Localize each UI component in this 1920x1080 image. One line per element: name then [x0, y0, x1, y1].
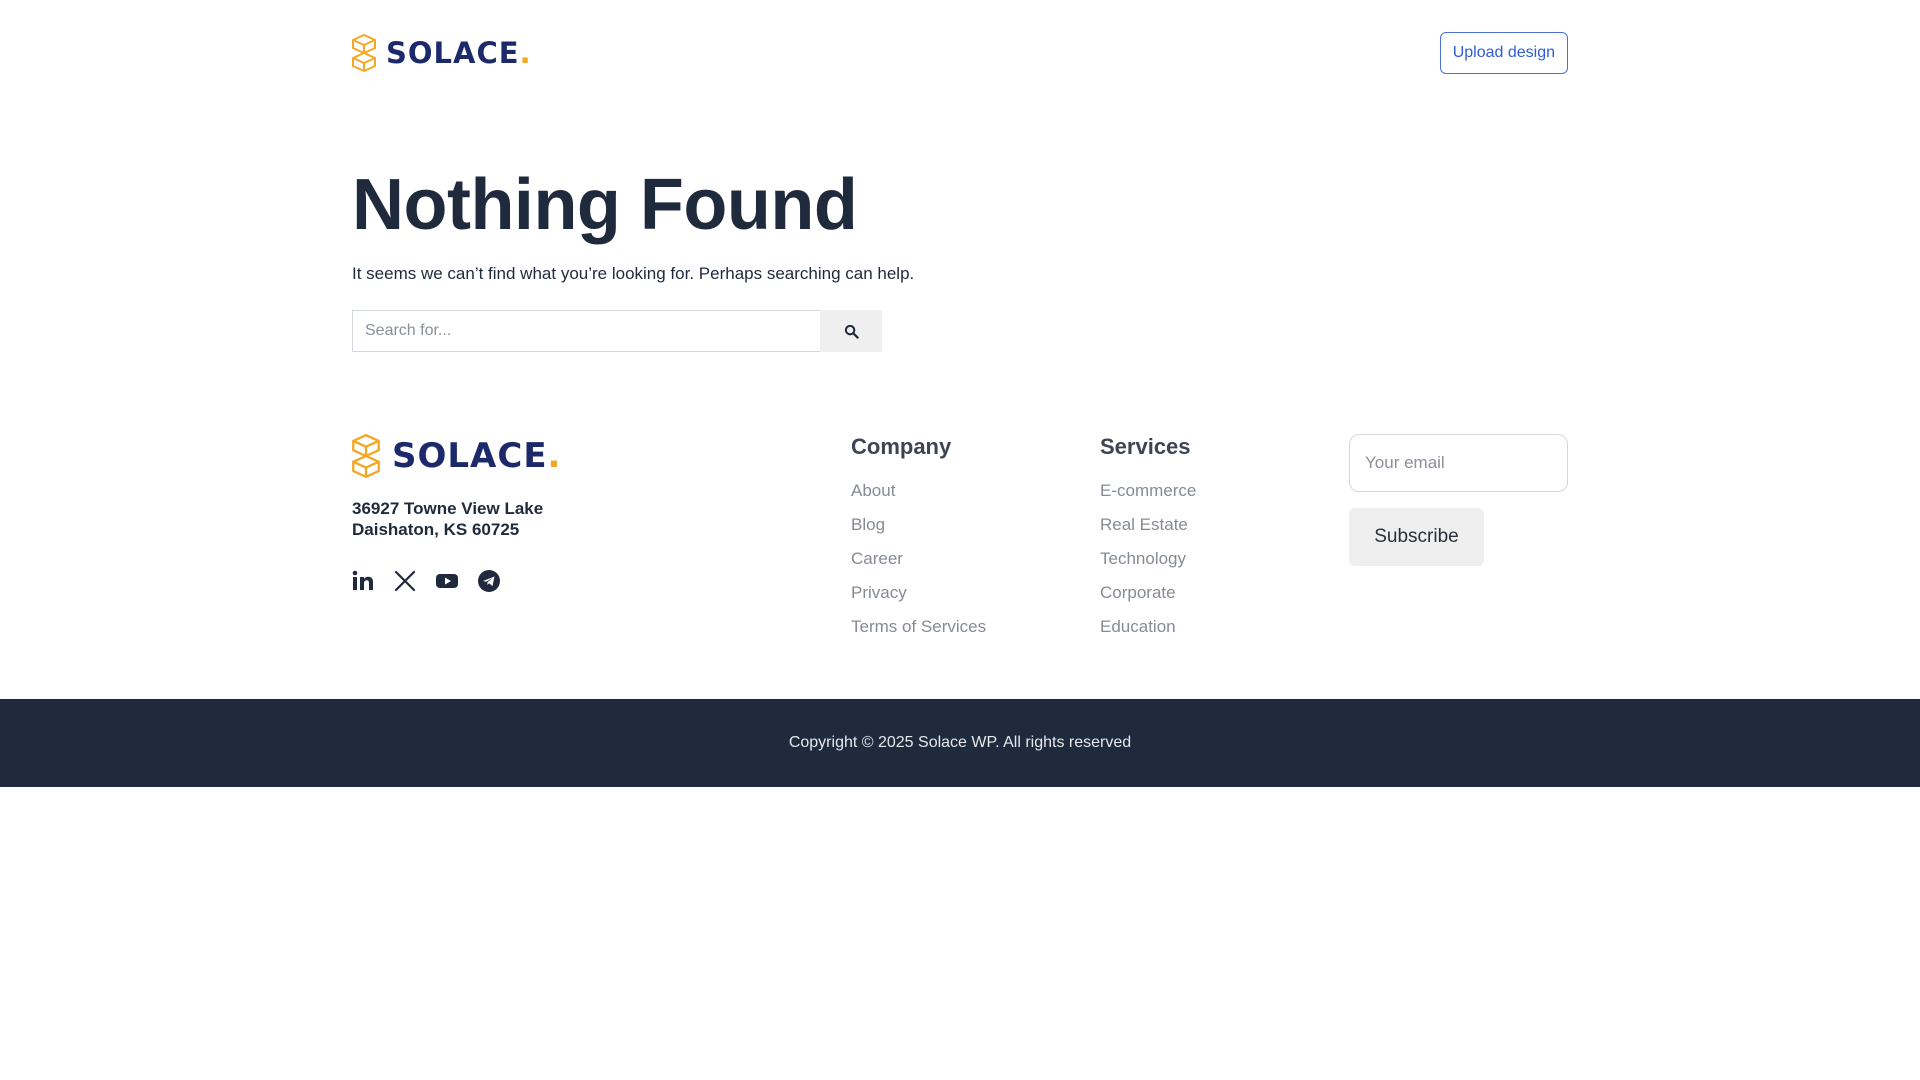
- address-line-1: 36927 Towne View Lake: [352, 499, 544, 518]
- footer-link-privacy[interactable]: Privacy: [851, 576, 986, 610]
- site-header: SOLACE. Upload design: [352, 0, 1568, 106]
- x-icon[interactable]: [394, 570, 416, 592]
- copyright-bar: Copyright © 2025 Solace WP. All rights r…: [0, 699, 1920, 787]
- page-description: It seems we can’t find what you’re looki…: [352, 264, 915, 283]
- logo-text: SOLACE.: [392, 436, 562, 476]
- logo-mark-icon: [352, 34, 376, 72]
- address-line-2: Daishaton, KS 60725: [352, 520, 520, 539]
- footer-column-services: Services E-commerce Real Estate Technolo…: [1100, 434, 1196, 644]
- footer-logo[interactable]: SOLACE.: [352, 434, 561, 478]
- search-form: [352, 310, 882, 352]
- copyright-text: Copyright © 2025 Solace WP. All rights r…: [788, 734, 1132, 751]
- footer-link-terms[interactable]: Terms of Services: [851, 610, 986, 644]
- newsletter-email-input[interactable]: [1349, 434, 1568, 492]
- youtube-icon[interactable]: [436, 570, 458, 592]
- company-address: 36927 Towne View Lake Daishaton, KS 6072…: [352, 498, 543, 540]
- footer-link-corporate[interactable]: Corporate: [1100, 576, 1196, 610]
- logo-mark-icon: [352, 434, 380, 478]
- footer-link-blog[interactable]: Blog: [851, 508, 986, 542]
- footer-column-title: Company: [851, 434, 952, 459]
- search-icon: [844, 324, 859, 339]
- social-links: [352, 570, 500, 592]
- footer-link-technology[interactable]: Technology: [1100, 542, 1196, 576]
- footer-link-ecommerce[interactable]: E-commerce: [1100, 474, 1196, 508]
- main-content: Nothing Found It seems we can’t find wha…: [352, 160, 1568, 352]
- search-button[interactable]: [820, 310, 882, 352]
- footer-link-real-estate[interactable]: Real Estate: [1100, 508, 1196, 542]
- footer-link-career[interactable]: Career: [851, 542, 986, 576]
- footer-link-education[interactable]: Education: [1100, 610, 1196, 644]
- linkedin-icon[interactable]: [352, 570, 374, 592]
- subscribe-button[interactable]: Subscribe: [1349, 508, 1484, 566]
- search-input[interactable]: [352, 310, 820, 352]
- logo-text: SOLACE.: [386, 35, 532, 70]
- site-logo[interactable]: SOLACE.: [352, 34, 532, 72]
- site-footer: SOLACE. 36927 Towne View Lake Daishaton,…: [352, 430, 1568, 690]
- footer-link-about[interactable]: About: [851, 474, 986, 508]
- footer-column-title: Services: [1100, 434, 1191, 459]
- telegram-icon[interactable]: [478, 570, 500, 592]
- footer-column-company: Company About Blog Career Privacy Terms …: [851, 434, 986, 644]
- upload-design-button[interactable]: Upload design: [1439, 32, 1568, 74]
- page-title: Nothing Found: [352, 165, 858, 245]
